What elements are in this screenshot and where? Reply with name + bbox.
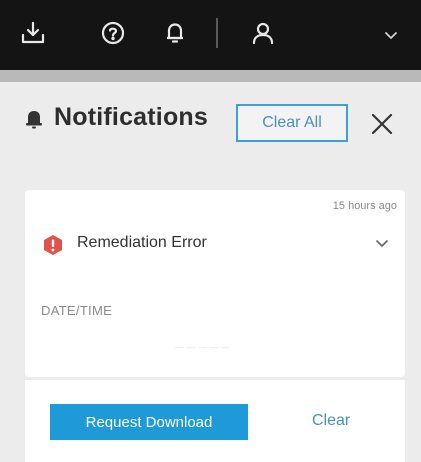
bell-icon (24, 108, 44, 135)
datetime-label: DATE/TIME (41, 303, 113, 318)
notification-time: 15 hours ago (332, 200, 397, 212)
datetime-value: — — — — — (175, 342, 231, 352)
topbar-shadow (0, 70, 421, 82)
notification-actions: Request Download Clear (25, 380, 405, 462)
bell-icon[interactable] (158, 16, 192, 50)
top-navigation-bar (0, 0, 421, 70)
topbar-divider (216, 18, 218, 48)
user-icon[interactable] (246, 16, 280, 50)
chevron-down-icon[interactable] (376, 22, 406, 48)
help-icon[interactable] (96, 16, 130, 50)
clear-all-button[interactable]: Clear All (236, 104, 348, 142)
clear-button[interactable]: Clear (312, 412, 350, 430)
notifications-panel-header (0, 82, 421, 192)
chevron-down-icon[interactable] (369, 230, 395, 256)
panel-title: Notifications (54, 103, 208, 131)
notification-title: Remediation Error (77, 234, 207, 251)
request-download-button[interactable]: Request Download (50, 404, 248, 440)
notification-card[interactable]: 15 hours ago Remediation Error DATE/TIME… (25, 190, 405, 377)
download-icon[interactable] (16, 16, 50, 50)
error-icon (41, 233, 65, 262)
close-icon[interactable] (366, 108, 398, 140)
